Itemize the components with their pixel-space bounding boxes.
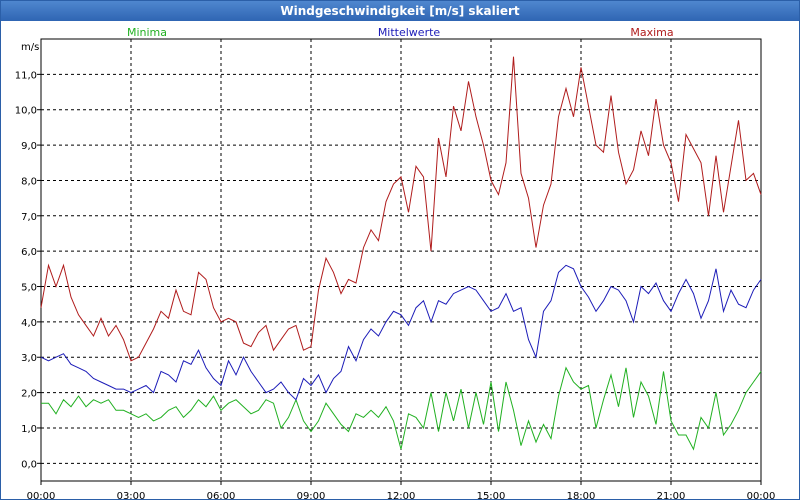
x-tick-time-label: 12:00 [387, 491, 416, 499]
y-axis-unit-label: m/s [21, 42, 39, 53]
window-title: Windgeschwindigkeit [m/s] skaliert [1, 1, 799, 21]
x-tick-time-label: 18:00 [567, 491, 596, 499]
legend-mittelwerte: Mittelwerte [378, 26, 441, 39]
y-tick-label: 2,0 [21, 389, 37, 400]
y-tick-label: 0,0 [21, 459, 37, 470]
x-tick-time-label: 03:00 [117, 491, 146, 499]
chart-window: Windgeschwindigkeit [m/s] skaliert m/s M… [0, 0, 800, 500]
y-tick-label: 7,0 [21, 212, 37, 223]
y-tick-label: 1,0 [21, 424, 37, 435]
x-tick-time-label: 00:00 [747, 491, 776, 499]
y-tick-label: 5,0 [21, 283, 37, 294]
x-axis-ticks: 00:0008.02.1903:0008.02.1906:0008.02.190… [27, 481, 776, 499]
wind-speed-chart: m/s Minima Mittelwerte Maxima 0,0 1,0 2,0 3… [15, 26, 776, 499]
y-tick-label: 9,0 [21, 141, 37, 152]
y-axis-ticks: 0,0 1,0 2,0 3,0 4,0 5,0 6,0 7,0 8,0 9,0 10,0 11,0 [15, 70, 41, 470]
y-tick-label: 4,0 [21, 318, 37, 329]
y-tick-label: 3,0 [21, 353, 37, 364]
x-tick-time-label: 21:00 [657, 491, 686, 499]
y-tick-label: 11,0 [15, 70, 37, 81]
x-tick-time-label: 15:00 [477, 491, 506, 499]
x-tick-time-label: 00:00 [27, 491, 56, 499]
x-tick-time-label: 06:00 [207, 491, 236, 499]
x-tick-time-label: 09:00 [297, 491, 326, 499]
y-tick-label: 6,0 [21, 247, 37, 258]
legend-maxima: Maxima [630, 26, 673, 39]
legend-minima: Minima [127, 26, 167, 39]
y-tick-label: 10,0 [15, 106, 37, 117]
y-tick-label: 8,0 [21, 176, 37, 187]
